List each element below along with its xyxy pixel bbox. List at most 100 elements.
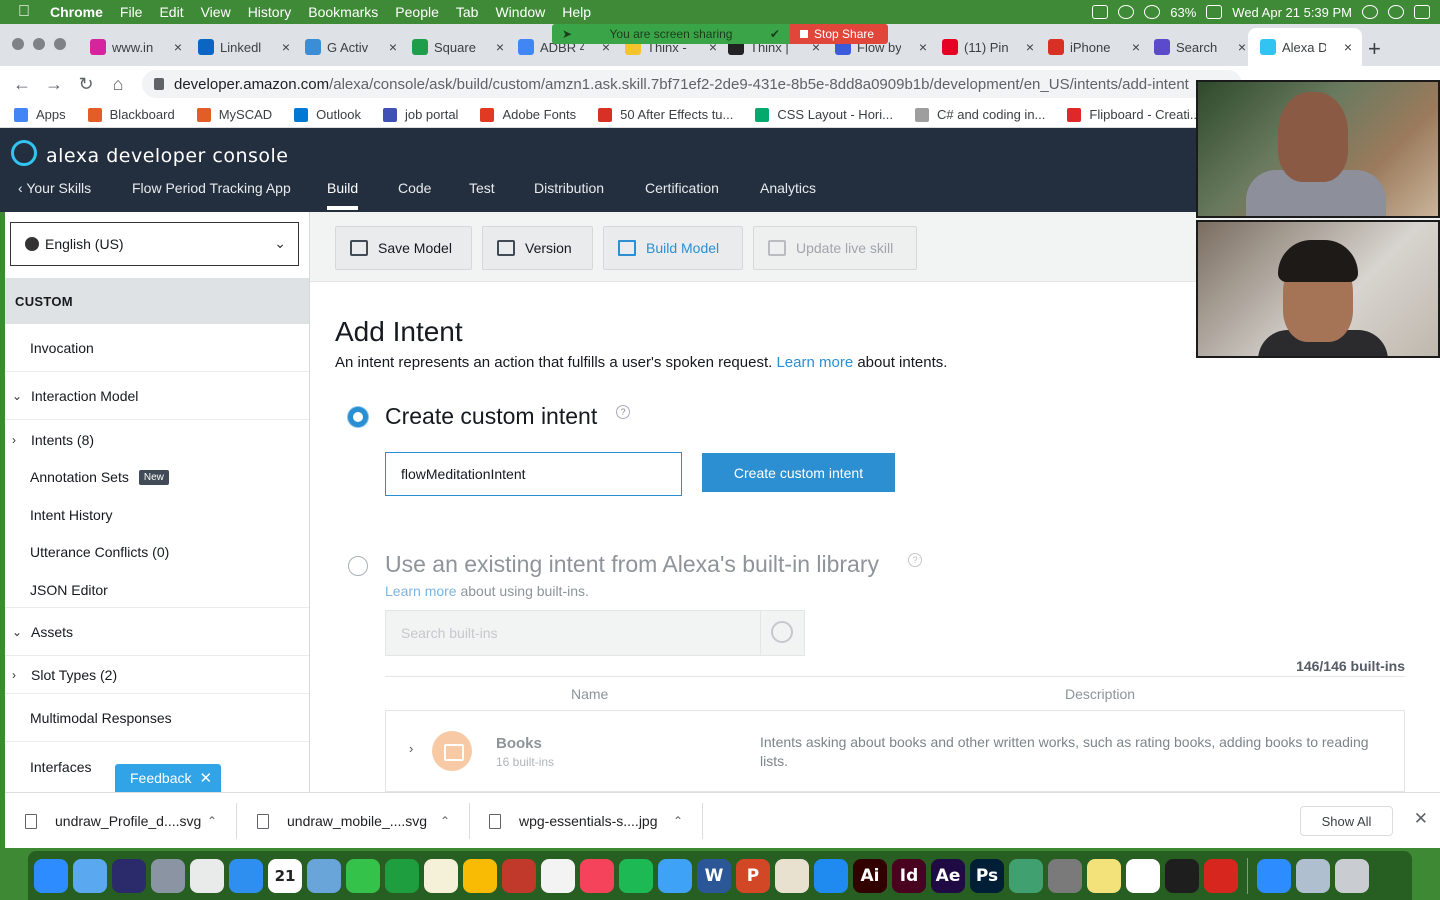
builtin-search-field[interactable]: Search built-ins — [385, 610, 805, 656]
tab-build[interactable]: Build — [327, 180, 358, 196]
close-tab-icon[interactable]: × — [1026, 39, 1034, 55]
battery-icon[interactable] — [1206, 5, 1223, 19]
word-icon[interactable]: W — [697, 858, 731, 893]
notes-icon[interactable] — [424, 858, 458, 893]
zoom-app-icon[interactable] — [34, 858, 68, 893]
bookmark-item[interactable]: Adobe Fonts — [480, 107, 576, 122]
browser-tab[interactable]: Linkedl × — [198, 36, 290, 58]
learn-more-link[interactable]: Learn more — [776, 354, 853, 371]
battery-level[interactable]: 63% — [1170, 5, 1196, 20]
menu-file[interactable]: File — [120, 4, 143, 20]
sidebar-item-multimodal-responses[interactable]: Multimodal Responses — [5, 694, 309, 742]
safari-icon[interactable] — [229, 858, 263, 893]
photoshop-icon[interactable]: Ps — [970, 858, 1004, 893]
nav-your-skills[interactable]: ‹ Your Skills — [18, 180, 91, 196]
video-participant-2[interactable] — [1196, 220, 1440, 358]
close-tab-icon[interactable]: × — [174, 39, 182, 55]
close-tab-icon[interactable]: × — [1344, 39, 1352, 55]
close-tab-icon[interactable]: × — [496, 39, 504, 55]
zoom-window-button[interactable] — [54, 38, 66, 50]
bookmark-item[interactable]: Blackboard — [87, 107, 175, 122]
bookmark-item[interactable]: job portal — [382, 107, 458, 122]
spotlight-search-icon[interactable] — [1362, 5, 1378, 19]
build-model-button[interactable]: Build Model — [603, 226, 743, 270]
language-select[interactable]: English (US) ⌄ — [10, 222, 299, 266]
stickies-icon[interactable] — [1087, 858, 1121, 893]
close-tab-icon[interactable]: × — [389, 39, 397, 55]
facetime-icon[interactable] — [346, 858, 380, 893]
menu-edit[interactable]: Edit — [159, 4, 183, 20]
music-icon[interactable] — [580, 858, 614, 893]
browser-tab[interactable]: Square × — [412, 36, 504, 58]
forward-arrow-icon[interactable]: → — [38, 74, 70, 95]
app-store-icon[interactable] — [814, 858, 848, 893]
reload-icon[interactable]: ↻ — [70, 74, 102, 95]
illustrator-icon[interactable]: Ai — [853, 858, 887, 893]
sidebar-item-intents[interactable]: › Intents (8) — [5, 420, 309, 460]
menu-history[interactable]: History — [248, 4, 292, 20]
tab-analytics[interactable]: Analytics — [760, 180, 816, 196]
download-item[interactable]: undraw_mobile_....svg ⌃ — [257, 793, 472, 849]
menu-window[interactable]: Window — [495, 4, 545, 20]
version-button[interactable]: Version — [482, 226, 593, 270]
help-icon[interactable]: ? — [616, 405, 630, 419]
sidebar-item-assets[interactable]: ⌄ Assets — [5, 608, 309, 656]
browser-tab[interactable]: iPhone × — [1048, 36, 1140, 58]
chevron-up-icon[interactable]: ⌃ — [673, 814, 683, 828]
builtin-intent-radio[interactable] — [348, 556, 368, 576]
browser-tab[interactable]: Search × — [1154, 36, 1246, 58]
bookmark-item[interactable]: CSS Layout - Hori... — [755, 107, 893, 122]
launchpad-icon[interactable] — [151, 858, 185, 893]
feedback-button[interactable]: Feedback ✕ — [115, 764, 221, 792]
close-icon[interactable]: ✕ — [199, 769, 212, 787]
sidebar-item-slot-types[interactable]: › Slot Types (2) — [5, 656, 309, 694]
bookmark-item[interactable]: 50 After Effects tu... — [598, 107, 733, 122]
bookmark-item[interactable]: C# and coding in... — [914, 107, 1045, 122]
bookmark-item[interactable]: MySCAD — [196, 107, 272, 122]
slack-icon[interactable] — [1126, 858, 1160, 893]
alexa-logo-icon[interactable] — [11, 140, 37, 166]
chevron-up-icon[interactable]: ⌃ — [207, 814, 217, 828]
menu-bookmarks[interactable]: Bookmarks — [308, 4, 378, 20]
zoom-icon[interactable] — [1257, 858, 1291, 893]
console-brand[interactable]: alexa developer console — [46, 145, 289, 167]
system-preferences-icon[interactable] — [1048, 858, 1082, 893]
acrobat-icon[interactable] — [1204, 858, 1238, 893]
nav-skill-name[interactable]: Flow Period Tracking App — [132, 180, 291, 196]
builtin-learn-more-link[interactable]: Learn more — [385, 583, 457, 599]
sidebar-item-annotation-sets[interactable]: Annotation Sets New — [5, 460, 309, 494]
after-effects-icon[interactable]: Ae — [931, 858, 965, 893]
sidebar-item-json-editor[interactable]: JSON Editor — [5, 572, 309, 608]
close-tab-icon[interactable]: × — [1132, 39, 1140, 55]
create-custom-intent-label[interactable]: Create custom intent — [385, 403, 597, 430]
zoom-status-icon[interactable] — [1092, 5, 1109, 19]
tab-certification[interactable]: Certification — [645, 180, 719, 196]
sidebar-item-intent-history[interactable]: Intent History — [5, 498, 309, 532]
trash-icon[interactable] — [1335, 858, 1369, 893]
table-row[interactable]: › Books 16 built-ins Intents asking abou… — [385, 710, 1405, 792]
create-custom-intent-button[interactable]: Create custom intent — [702, 453, 895, 492]
chevron-right-icon[interactable]: › — [409, 741, 413, 756]
intent-name-input[interactable] — [385, 452, 682, 496]
finder-icon[interactable] — [73, 858, 107, 893]
menu-view[interactable]: View — [201, 4, 231, 20]
new-tab-button[interactable]: + — [1368, 36, 1381, 62]
tab-code[interactable]: Code — [398, 180, 431, 196]
help-icon[interactable]: ? — [908, 553, 922, 567]
home-icon[interactable]: ⌂ — [102, 74, 134, 95]
wifi-icon[interactable] — [1144, 5, 1161, 19]
download-item[interactable]: undraw_Profile_d....svg ⌃ — [25, 793, 240, 849]
download-item[interactable]: wpg-essentials-s....jpg ⌃ — [489, 793, 704, 849]
google-keep-icon[interactable] — [463, 858, 497, 893]
bookmark-item[interactable]: Outlook — [294, 107, 361, 122]
browser-tab[interactable]: Alexa D × — [1248, 28, 1362, 66]
show-all-downloads-button[interactable]: Show All — [1300, 806, 1393, 836]
powerpoint-icon[interactable]: P — [736, 858, 770, 893]
sidebar-item-utterance-conflicts[interactable]: Utterance Conflicts (0) — [5, 535, 309, 569]
siri-icon[interactable] — [112, 858, 146, 893]
preview-icon[interactable] — [307, 858, 341, 893]
photos-icon[interactable] — [541, 858, 575, 893]
close-window-button[interactable] — [12, 38, 24, 50]
bookmark-item[interactable]: Flipboard - Creati... — [1067, 107, 1201, 122]
close-tab-icon[interactable]: × — [282, 39, 290, 55]
